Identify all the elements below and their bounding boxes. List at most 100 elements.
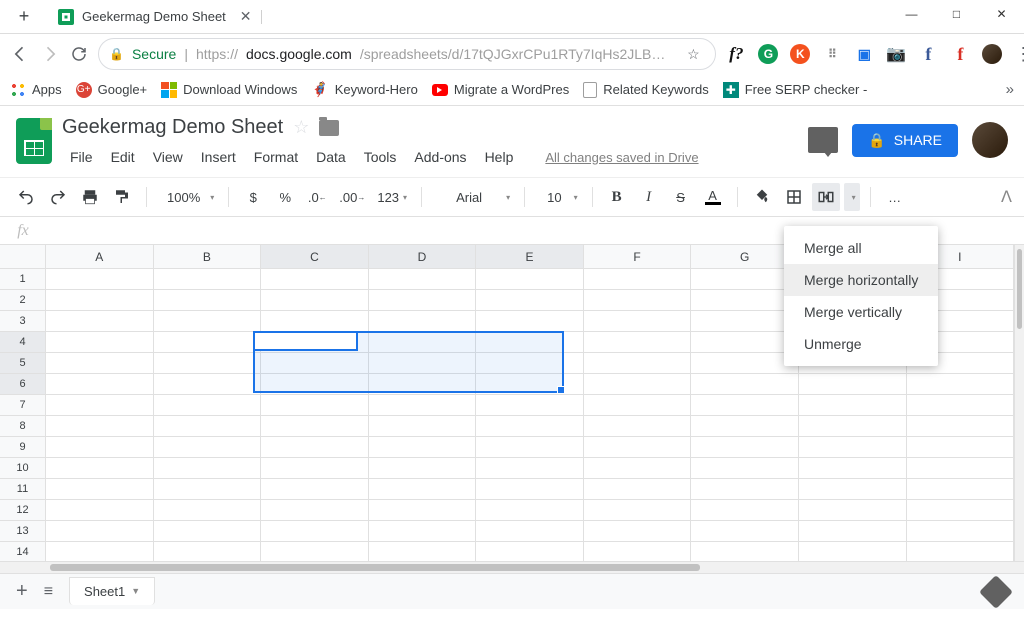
paint-format-icon[interactable] — [108, 183, 136, 211]
menu-view[interactable]: View — [145, 145, 191, 169]
ext-icon-facebook[interactable]: f — [918, 44, 938, 64]
cell[interactable] — [907, 458, 1015, 479]
number-format-dropdown[interactable]: 123 — [373, 183, 411, 211]
cell[interactable] — [46, 416, 154, 437]
cell[interactable] — [691, 311, 799, 332]
menu-addons[interactable]: Add-ons — [406, 145, 474, 169]
menu-insert[interactable]: Insert — [193, 145, 244, 169]
cell[interactable] — [584, 521, 692, 542]
undo-icon[interactable] — [12, 183, 40, 211]
cell[interactable] — [584, 479, 692, 500]
cell[interactable] — [154, 458, 262, 479]
column-header[interactable]: G — [691, 245, 799, 269]
ext-icon-camera[interactable]: 📷 — [886, 44, 906, 64]
ext-icon-f-red[interactable]: f — [950, 44, 970, 64]
column-header[interactable]: F — [584, 245, 692, 269]
cell[interactable] — [154, 395, 262, 416]
row-header[interactable]: 3 — [0, 311, 46, 332]
cell[interactable] — [584, 500, 692, 521]
cell[interactable] — [907, 395, 1015, 416]
cell[interactable] — [907, 437, 1015, 458]
cell[interactable] — [154, 311, 262, 332]
decimal-decrease-icon[interactable]: .0← — [303, 183, 331, 211]
cell[interactable] — [261, 458, 369, 479]
save-status[interactable]: All changes saved in Drive — [537, 146, 706, 169]
cell[interactable] — [584, 437, 692, 458]
italic-icon[interactable]: I — [635, 183, 663, 211]
cell[interactable] — [46, 353, 154, 374]
cell[interactable] — [799, 416, 907, 437]
cell[interactable] — [691, 269, 799, 290]
cell[interactable] — [369, 542, 477, 563]
cell[interactable] — [476, 521, 584, 542]
cell[interactable] — [154, 269, 262, 290]
ext-icon-cast[interactable]: ⠿ — [822, 44, 842, 64]
cell[interactable] — [261, 542, 369, 563]
cell[interactable] — [476, 500, 584, 521]
row-header[interactable]: 7 — [0, 395, 46, 416]
cell[interactable] — [584, 374, 692, 395]
select-all-corner[interactable] — [0, 245, 46, 269]
cell[interactable] — [154, 500, 262, 521]
cell[interactable] — [154, 416, 262, 437]
cell[interactable] — [907, 542, 1015, 563]
cell[interactable] — [907, 500, 1015, 521]
row-header[interactable]: 2 — [0, 290, 46, 311]
cell[interactable] — [584, 353, 692, 374]
bookmark-apps[interactable]: Apps — [10, 82, 62, 98]
browser-tab[interactable]: Geekermag Demo Sheet ✕ — [48, 2, 263, 32]
folder-icon[interactable] — [319, 120, 339, 136]
cell[interactable] — [369, 500, 477, 521]
cell[interactable] — [369, 437, 477, 458]
zoom-dropdown[interactable]: 100% — [157, 183, 218, 211]
cell[interactable] — [584, 269, 692, 290]
cell[interactable] — [261, 521, 369, 542]
cell[interactable] — [584, 332, 692, 353]
currency-icon[interactable]: $ — [239, 183, 267, 211]
cell[interactable] — [907, 416, 1015, 437]
cell[interactable] — [369, 311, 477, 332]
row-header[interactable]: 13 — [0, 521, 46, 542]
cell[interactable] — [369, 290, 477, 311]
cell[interactable] — [46, 395, 154, 416]
column-header[interactable]: A — [46, 245, 154, 269]
cell[interactable] — [691, 458, 799, 479]
ext-icon-tab[interactable]: ▣ — [854, 44, 874, 64]
sheet-tab[interactable]: Sheet1 ▼ — [69, 577, 155, 605]
cell[interactable] — [584, 542, 692, 563]
cell[interactable] — [154, 437, 262, 458]
menu-format[interactable]: Format — [246, 145, 306, 169]
strikethrough-icon[interactable]: S — [667, 183, 695, 211]
sheet-tab-menu-icon[interactable]: ▼ — [131, 586, 140, 596]
cell[interactable] — [154, 332, 262, 353]
cell[interactable] — [46, 479, 154, 500]
cell[interactable] — [799, 374, 907, 395]
profile-avatar-icon[interactable] — [982, 44, 1002, 64]
column-header[interactable]: C — [261, 245, 369, 269]
sheets-logo-icon[interactable] — [16, 118, 52, 164]
cell[interactable] — [154, 290, 262, 311]
cell[interactable] — [691, 395, 799, 416]
menu-help[interactable]: Help — [477, 145, 522, 169]
cell[interactable] — [476, 542, 584, 563]
ext-icon-font[interactable]: f? — [726, 44, 746, 64]
chrome-menu-icon[interactable]: ⋮ — [1014, 44, 1024, 65]
row-header[interactable]: 8 — [0, 416, 46, 437]
cell[interactable] — [261, 269, 369, 290]
cell[interactable] — [907, 521, 1015, 542]
column-header[interactable]: D — [369, 245, 477, 269]
cell[interactable] — [261, 500, 369, 521]
cell[interactable] — [799, 437, 907, 458]
row-header[interactable]: 10 — [0, 458, 46, 479]
cell[interactable] — [584, 395, 692, 416]
cell[interactable] — [476, 290, 584, 311]
tab-close-icon[interactable]: ✕ — [240, 8, 252, 25]
cell[interactable] — [261, 479, 369, 500]
cell[interactable] — [799, 395, 907, 416]
redo-icon[interactable] — [44, 183, 72, 211]
cell[interactable] — [46, 290, 154, 311]
ext-icon-grammarly[interactable]: G — [758, 44, 778, 64]
column-header[interactable]: E — [476, 245, 584, 269]
ext-icon-k[interactable]: K — [790, 44, 810, 64]
cell[interactable] — [476, 395, 584, 416]
